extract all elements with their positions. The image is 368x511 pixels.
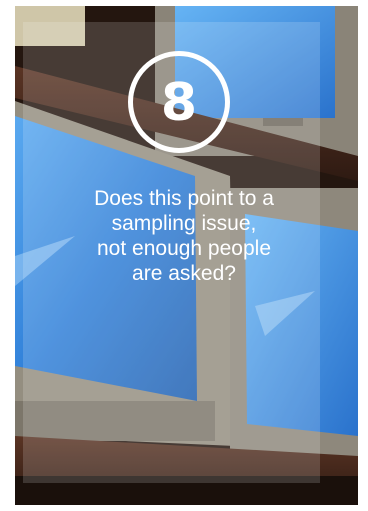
question-card: 8 Does this point to a sampling issue, n… xyxy=(0,0,368,511)
number-badge: 8 xyxy=(128,51,230,153)
question-line: not enough people xyxy=(97,237,271,260)
question-text: Does this point to a sampling issue, not… xyxy=(40,186,328,286)
question-line: are asked? xyxy=(132,262,236,285)
badge-number: 8 xyxy=(160,73,198,133)
question-line: sampling issue, xyxy=(111,212,257,235)
question-line: Does this point to a xyxy=(94,187,274,210)
